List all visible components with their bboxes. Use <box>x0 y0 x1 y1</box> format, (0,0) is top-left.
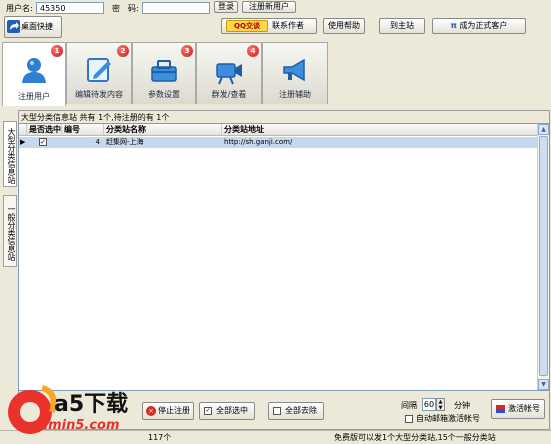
deselect-all-button[interactable]: 全部去除 <box>268 402 324 420</box>
desktop-shortcut-button[interactable]: 桌面快捷 <box>4 16 62 38</box>
tab-register-assist[interactable]: 注册辅助 <box>262 42 328 104</box>
become-customer-label: 成为正式客户 <box>459 21 508 30</box>
select-all-label: 全部选中 <box>216 406 248 415</box>
interval-unit: 分钟 <box>454 401 470 410</box>
column-header-name[interactable]: 分类站名称 <box>104 124 222 136</box>
username-label: 用户名: <box>6 4 33 13</box>
watermark-site: admin5.com <box>30 418 120 433</box>
auto-activate-checkbox[interactable] <box>405 415 413 423</box>
activate-account-label: 激活帐号 <box>508 404 540 413</box>
stop-register-button[interactable]: × 停止注册 <box>142 402 194 420</box>
qq-chat-badge: QQ交谈 <box>226 20 268 32</box>
scroll-thumb[interactable] <box>539 136 548 376</box>
scroll-up-icon[interactable]: ▲ <box>538 124 549 135</box>
column-header-selected[interactable]: 是否选中 <box>27 124 62 136</box>
help-button[interactable]: 使用帮助 <box>323 18 365 34</box>
tab-label: 编辑待发内容 <box>75 90 123 99</box>
user-icon <box>22 58 46 83</box>
row-pointer-icon: ▶ <box>20 138 26 146</box>
tab-label: 参数设置 <box>148 90 180 99</box>
camera-icon <box>216 63 242 85</box>
pi-icon: π <box>450 21 457 30</box>
row-id: 4 <box>95 138 100 146</box>
side-tab-general-sites[interactable]: 一般分类信息站 <box>3 195 17 267</box>
megaphone-icon <box>283 58 305 82</box>
tab-badge: 3 <box>181 45 193 57</box>
to-main-site-button[interactable]: 到主站 <box>379 18 425 34</box>
status-right: 免费版可以发1个大型分类站,15个一般分类站 <box>334 433 496 442</box>
tab-register-user[interactable]: 1 注册用户 <box>2 42 66 106</box>
tab-edit-content[interactable]: 2 编辑待发内容 <box>66 42 132 104</box>
activate-account-button[interactable]: 激活帐号 <box>491 399 545 419</box>
deselect-all-label: 全部去除 <box>285 406 317 415</box>
row-site-name: 赶集网-上海 <box>106 138 144 146</box>
stop-icon: × <box>146 406 156 416</box>
tab-settings[interactable]: 3 参数设置 <box>132 42 196 104</box>
column-header-id[interactable]: 编号 <box>62 124 104 136</box>
row-header-corner <box>19 124 27 136</box>
toolbox-icon <box>151 60 177 82</box>
tab-badge: 4 <box>247 45 259 57</box>
status-left: 117个 <box>148 433 172 442</box>
watermark-logo: a5下载 admin5.com <box>0 380 140 444</box>
password-field[interactable] <box>142 2 210 14</box>
desktop-shortcut-label: 桌面快捷 <box>21 22 53 31</box>
interval-field[interactable] <box>422 398 436 411</box>
sites-table[interactable]: 是否选中 编号 分类站名称 分类站地址 ▶ ✓ 4 赶集网-上海 http://… <box>18 123 550 391</box>
column-header-url[interactable]: 分类站地址 <box>222 124 539 136</box>
vertical-scrollbar[interactable]: ▲ ▼ <box>537 124 549 390</box>
tab-broadcast[interactable]: 4 群发/查看 <box>196 42 262 104</box>
shortcut-arrow-icon <box>7 20 20 33</box>
flag-icon <box>496 405 505 413</box>
tab-label: 注册辅助 <box>279 90 311 99</box>
tab-label: 注册用户 <box>18 92 50 101</box>
side-tab-large-sites[interactable]: 大型分类信息站 <box>3 121 17 187</box>
check-all-icon: ✓ <box>204 407 212 415</box>
username-field[interactable] <box>36 2 104 14</box>
tab-label: 群发/查看 <box>211 90 247 99</box>
contact-author-label: 联系作者 <box>272 21 304 30</box>
register-new-user-button[interactable]: 注册新用户 <box>242 1 296 13</box>
row-site-url: http://sh.ganji.com/ <box>224 138 293 146</box>
watermark-brand: a5下载 <box>54 392 129 417</box>
scroll-down-icon[interactable]: ▼ <box>538 379 549 390</box>
stop-register-label: 停止注册 <box>158 406 190 415</box>
login-button[interactable]: 登录 <box>214 1 238 13</box>
interval-stepper[interactable]: ▲ ▼ <box>436 398 445 411</box>
tab-badge: 2 <box>117 45 129 57</box>
uncheck-all-icon <box>273 407 281 415</box>
site-count-info: 大型分类信息站 共有 1个,待注册的有 1个 <box>21 113 170 122</box>
password-label: 密 码: <box>112 4 139 13</box>
interval-label: 间隔 <box>401 401 417 410</box>
row-select-checkbox[interactable]: ✓ <box>39 138 47 146</box>
edit-icon <box>87 58 111 82</box>
become-customer-button[interactable]: π 成为正式客户 <box>432 18 526 34</box>
select-all-button[interactable]: ✓ 全部选中 <box>199 402 255 420</box>
tab-badge: 1 <box>51 45 63 57</box>
contact-author-button[interactable]: QQ交谈 联系作者 <box>221 18 317 34</box>
auto-activate-label: 自动邮箱激活帐号 <box>416 414 480 423</box>
